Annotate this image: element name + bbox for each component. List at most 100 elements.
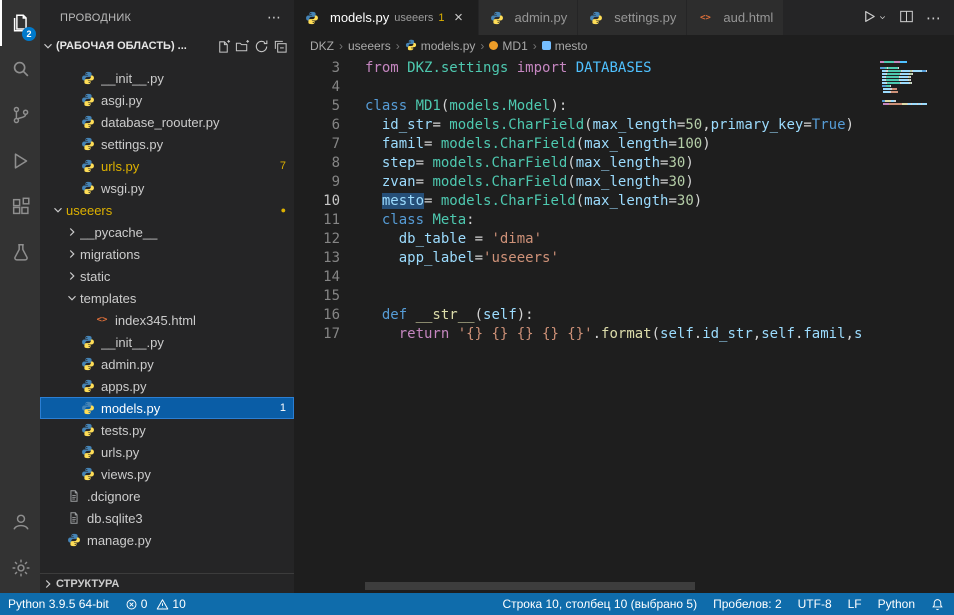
line-number: 5 bbox=[294, 97, 340, 116]
breadcrumb-label: mesto bbox=[555, 39, 588, 53]
tree-item-templates[interactable]: templates bbox=[40, 287, 294, 309]
split-editor-button[interactable] bbox=[899, 9, 914, 27]
html-icon: <> bbox=[697, 13, 713, 23]
tree-item-apps.py[interactable]: apps.py bbox=[40, 375, 294, 397]
status-bar-right: Строка 10, столбец 10 (выбрано 5) Пробело… bbox=[502, 593, 944, 615]
tree-item-admin.py[interactable]: admin.py bbox=[40, 353, 294, 375]
activity-settings-gear-button[interactable] bbox=[0, 545, 40, 591]
tab-aud.html[interactable]: <> aud.html bbox=[687, 0, 784, 35]
status-eol[interactable]: LF bbox=[848, 593, 862, 615]
activity-explorer-button[interactable]: 2 bbox=[0, 0, 40, 46]
symbol-field-icon bbox=[542, 39, 551, 53]
tree-item-settings.py[interactable]: settings.py bbox=[40, 133, 294, 155]
file-tree: __init__.py asgi.py database_roouter.pyset… bbox=[40, 57, 294, 573]
new-file-icon bbox=[216, 39, 231, 54]
editor-actions: ⋯ bbox=[850, 0, 954, 35]
tab-problems-badge: 1 bbox=[438, 12, 444, 24]
tree-item-__pycache__[interactable]: __pycache__ bbox=[40, 221, 294, 243]
refresh-button[interactable] bbox=[254, 39, 269, 54]
activity-account-button[interactable] bbox=[0, 499, 40, 545]
activity-badge: 2 bbox=[22, 27, 36, 41]
code-editor[interactable]: 3from DKZ.settings import DATABASES45cla… bbox=[294, 57, 954, 593]
tab-settings.py[interactable]: settings.py bbox=[578, 0, 687, 35]
run-button[interactable] bbox=[862, 9, 887, 27]
status-label: Пробелов: 2 bbox=[713, 597, 782, 611]
breadcrumb-label: models.py bbox=[421, 39, 476, 53]
status-indentation[interactable]: Пробелов: 2 bbox=[713, 593, 782, 615]
status-language-mode[interactable]: Python bbox=[878, 593, 915, 615]
activity-testing-button[interactable] bbox=[0, 230, 40, 276]
activity-source-control-button[interactable] bbox=[0, 92, 40, 138]
tree-item-asgi.py[interactable]: asgi.py bbox=[40, 89, 294, 111]
chevron-down-icon bbox=[40, 38, 56, 54]
activity-extensions-button[interactable] bbox=[0, 184, 40, 230]
problems-badge: ● bbox=[281, 205, 286, 215]
collapse-all-button[interactable] bbox=[273, 39, 288, 54]
tree-item-urls.py[interactable]: urls.py7 bbox=[40, 155, 294, 177]
file-label: views.py bbox=[101, 467, 286, 482]
tree-item-manage.py[interactable]: manage.py bbox=[40, 529, 294, 551]
activity-bar-bottom bbox=[0, 499, 40, 591]
status-encoding[interactable]: UTF-8 bbox=[798, 593, 832, 615]
file-label: useeers bbox=[66, 203, 275, 218]
breadcrumb-item-models.py[interactable]: models.py bbox=[404, 39, 477, 54]
breadcrumb-item-MD1[interactable]: MD1 bbox=[488, 39, 528, 53]
file-label: asgi.py bbox=[101, 93, 286, 108]
tab-admin.py[interactable]: admin.py bbox=[479, 0, 579, 35]
tree-item-tests.py[interactable]: tests.py bbox=[40, 419, 294, 441]
breadcrumb-item-mesto[interactable]: mesto bbox=[541, 39, 589, 53]
outline-section-header[interactable]: СТРУКТУРА bbox=[40, 573, 294, 593]
status-label: Python bbox=[878, 597, 915, 611]
activity-search-button[interactable] bbox=[0, 46, 40, 92]
workspace-section-header[interactable]: (РАБОЧАЯ ОБЛАСТЬ) ... bbox=[40, 35, 294, 57]
close-icon[interactable]: × bbox=[450, 9, 468, 26]
code-lines: 3from DKZ.settings import DATABASES45cla… bbox=[294, 59, 876, 593]
breadcrumb-label: useeers bbox=[348, 39, 391, 53]
warning-count: 10 bbox=[172, 597, 185, 611]
new-file-button[interactable] bbox=[216, 39, 231, 54]
more-actions-button[interactable]: ⋯ bbox=[926, 9, 942, 27]
code-line: 6 id_str= models.CharField(max_length=50… bbox=[294, 116, 876, 135]
minimap[interactable] bbox=[880, 61, 946, 593]
extensions-icon bbox=[10, 196, 32, 218]
line-number: 15 bbox=[294, 287, 340, 306]
status-bar: Python 3.9.5 64-bit 010 Строка 10, столбе… bbox=[0, 593, 954, 615]
tree-item-index345.html[interactable]: <>index345.html bbox=[40, 309, 294, 331]
tree-item-migrations[interactable]: migrations bbox=[40, 243, 294, 265]
line-content: return '{} {} {} {} {}'.format(self.id_s… bbox=[365, 325, 862, 344]
tab-label: models.py bbox=[330, 10, 389, 25]
tree-item-models.py[interactable]: models.py1 bbox=[40, 397, 294, 419]
status-python-interpreter[interactable]: Python 3.9.5 64-bit bbox=[8, 593, 109, 615]
tree-item-wsgi.py[interactable]: wsgi.py bbox=[40, 177, 294, 199]
line-number: 8 bbox=[294, 154, 340, 173]
workspace-label: (РАБОЧАЯ ОБЛАСТЬ) ... bbox=[56, 40, 216, 52]
breadcrumb-item-DKZ[interactable]: DKZ bbox=[309, 39, 335, 53]
tree-item-views.py[interactable]: views.py bbox=[40, 463, 294, 485]
more-actions-icon[interactable]: ⋯ bbox=[267, 9, 282, 26]
activity-run-debug-button[interactable] bbox=[0, 138, 40, 184]
tree-item-db.sqlite3[interactable]: db.sqlite3 bbox=[40, 507, 294, 529]
tree-item-__init__.py[interactable]: __init__.py bbox=[40, 67, 294, 89]
code-line: 14 bbox=[294, 268, 876, 287]
line-number: 17 bbox=[294, 325, 340, 344]
tab-models.py[interactable]: models.pyuseeers1× bbox=[294, 0, 479, 35]
code-line: 12 db_table = 'dima' bbox=[294, 230, 876, 249]
py-icon bbox=[80, 71, 96, 85]
html-icon: <> bbox=[94, 315, 110, 325]
tab-label: aud.html bbox=[723, 10, 773, 25]
tree-item-useeers[interactable]: useeers ● bbox=[40, 199, 294, 221]
status-problems[interactable]: 010 bbox=[125, 593, 186, 615]
tree-item-database_roouter.py[interactable]: database_roouter.py bbox=[40, 111, 294, 133]
tree-item-urls.py[interactable]: urls.py bbox=[40, 441, 294, 463]
horizontal-scrollbar[interactable] bbox=[365, 582, 695, 590]
tree-item-.dcignore[interactable]: .dcignore bbox=[40, 485, 294, 507]
breadcrumb-item-useeers[interactable]: useeers bbox=[347, 39, 392, 53]
tree-item-static[interactable]: static bbox=[40, 265, 294, 287]
status-notifications[interactable] bbox=[931, 593, 944, 615]
bell-icon bbox=[931, 598, 944, 611]
new-folder-button[interactable] bbox=[235, 39, 250, 54]
py-icon bbox=[80, 423, 96, 437]
tree-item-__init__.py[interactable]: __init__.py bbox=[40, 331, 294, 353]
file-label: models.py bbox=[101, 401, 274, 416]
status-cursor-position[interactable]: Строка 10, столбец 10 (выбрано 5) bbox=[502, 593, 697, 615]
